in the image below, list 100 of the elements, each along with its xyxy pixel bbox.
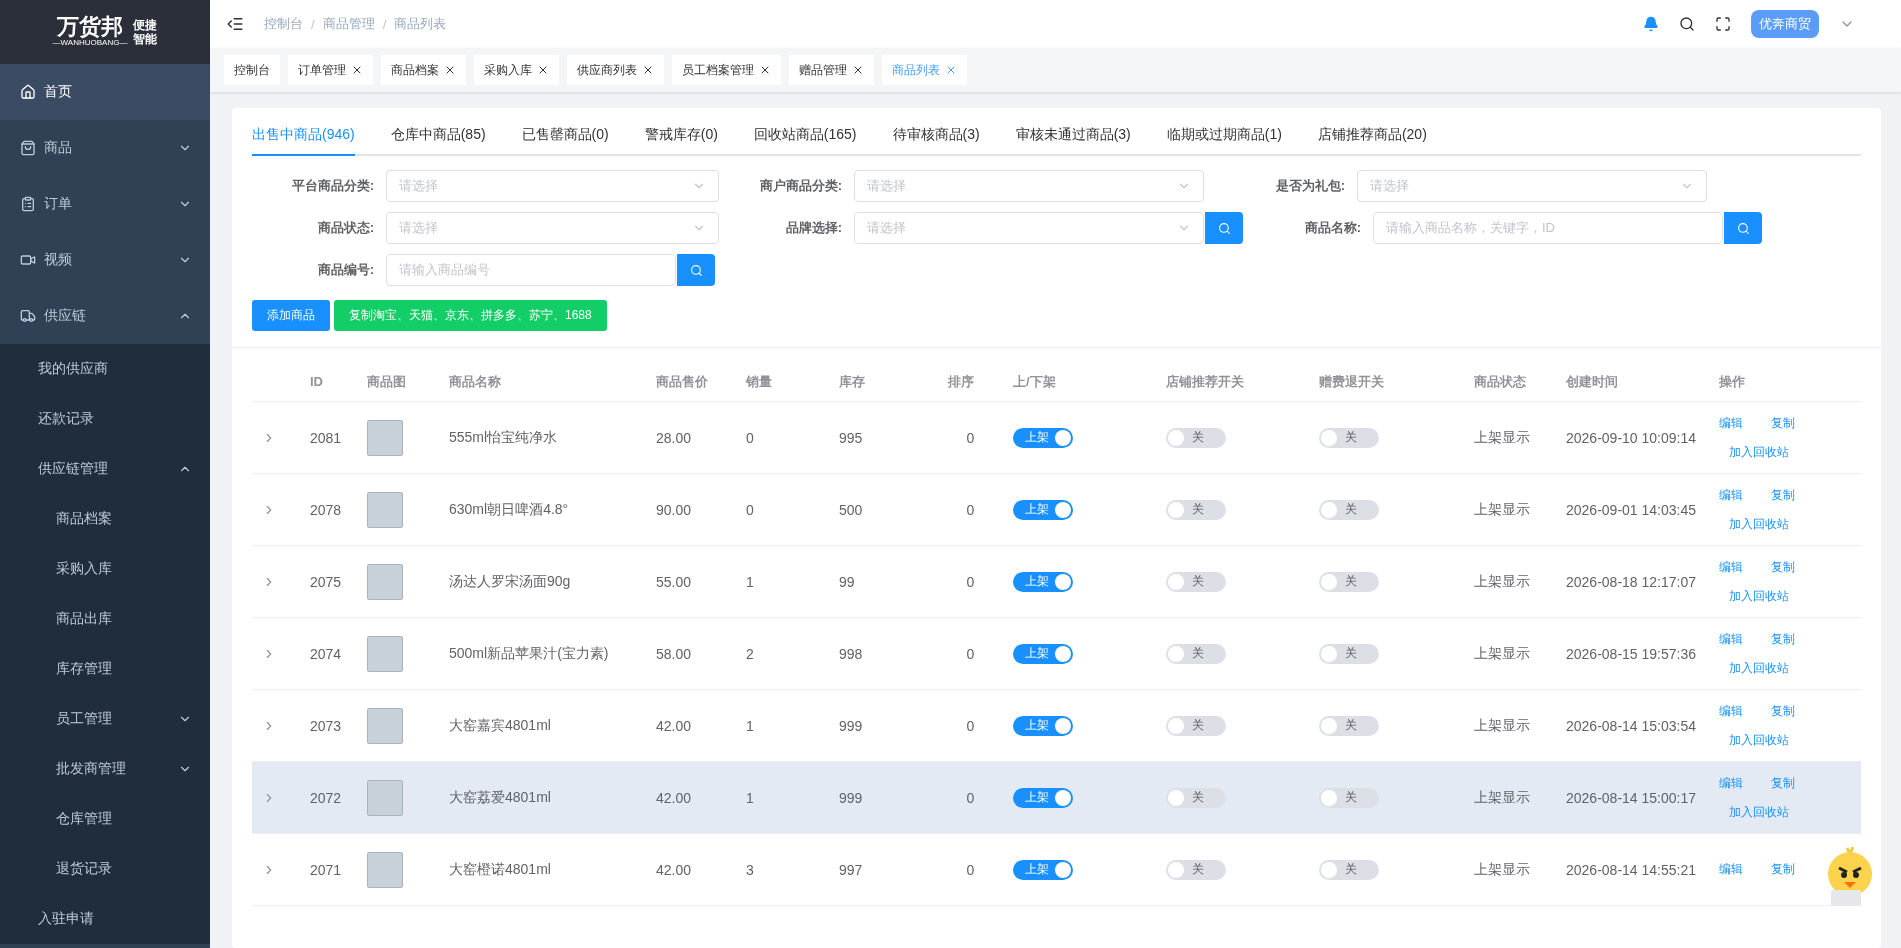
page-tab[interactable]: 采购入库 [474,55,559,85]
toggle-switch[interactable]: 关 [1319,499,1379,520]
product-tab[interactable]: 出售中商品(946) [252,126,355,156]
action-link[interactable]: 加入回收站 [1729,659,1789,677]
page-tab[interactable]: 供应商列表 [567,55,664,85]
toggle-switch[interactable]: 上架 [1013,499,1073,520]
toggle-switch[interactable]: 关 [1319,859,1379,880]
action-link[interactable]: 复制 [1771,774,1795,792]
close-icon[interactable] [642,64,654,76]
toggle-switch[interactable]: 关 [1319,571,1379,592]
action-link[interactable]: 编辑 [1719,702,1743,720]
product-tab[interactable]: 店铺推荐商品(20) [1317,126,1427,156]
action-link[interactable]: 编辑 [1719,414,1743,432]
close-icon[interactable] [759,64,771,76]
product-tab[interactable]: 仓库中商品(85) [390,126,486,156]
toggle-switch[interactable]: 关 [1319,787,1379,808]
sidebar-item[interactable]: 仓库管理 [0,794,210,844]
page-tab[interactable]: 员工档案管理 [672,55,781,85]
action-link[interactable]: 复制 [1771,558,1795,576]
sidebar-item[interactable]: 我的供应商 [0,344,210,394]
breadcrumb-item[interactable]: 商品列表 [394,15,447,33]
search-button[interactable] [1724,212,1762,244]
toggle-switch[interactable]: 关 [1166,499,1226,520]
toggle-switch[interactable]: 关 [1166,427,1226,448]
action-link[interactable]: 编辑 [1719,774,1743,792]
fullscreen-icon[interactable] [1715,16,1731,32]
action-link[interactable]: 复制 [1771,702,1795,720]
close-icon[interactable] [852,64,864,76]
page-tab[interactable]: 商品列表 [882,55,967,85]
user-name-badge[interactable]: 优奔商贸 [1751,10,1819,38]
sidebar-item[interactable]: 视频 [0,232,210,288]
product-tab[interactable]: 审核未通过商品(3) [1015,126,1131,156]
sidebar-item[interactable]: 首页 [0,64,210,120]
action-link[interactable]: 编辑 [1719,630,1743,648]
sidebar-item[interactable]: 退货记录 [0,844,210,894]
sidebar-item[interactable]: 供应链 [0,288,210,344]
sidebar-item[interactable]: 商品出库 [0,594,210,644]
sidebar-item[interactable]: 商品 [0,120,210,176]
table-cell-text: 995 [838,429,864,446]
sidebar-item[interactable]: 订单 [0,176,210,232]
toggle-switch[interactable]: 关 [1166,859,1226,880]
toggle-switch[interactable]: 上架 [1013,859,1073,880]
action-link[interactable]: 复制 [1771,414,1795,432]
action-link[interactable]: 编辑 [1719,486,1743,504]
sidebar-item[interactable]: 供应链管理 [0,444,210,494]
action-link[interactable]: 加入回收站 [1729,587,1789,605]
menu-toggle-icon[interactable] [226,15,244,33]
column-header: 商品名称 [448,372,502,391]
toggle-switch[interactable]: 关 [1166,715,1226,736]
toggle-switch[interactable]: 关 [1166,643,1226,664]
toggle-switch[interactable]: 上架 [1013,787,1073,808]
action-link[interactable]: 加入回收站 [1729,515,1789,533]
product-tab[interactable]: 已售罄商品(0) [521,126,609,156]
table-cell-text: 998 [838,645,864,662]
action-button[interactable]: 添加商品 [252,300,330,331]
action-link[interactable]: 编辑 [1719,861,1743,878]
product-photo-placeholder [367,851,403,888]
toggle-switch[interactable]: 关 [1319,427,1379,448]
sidebar-item[interactable]: 商品档案 [0,494,210,544]
toggle-switch[interactable]: 上架 [1013,643,1073,664]
toggle-switch[interactable]: 关 [1166,787,1226,808]
toggle-switch[interactable]: 上架 [1013,715,1073,736]
sidebar-item[interactable]: 员工管理 [0,694,210,744]
toggle-switch[interactable]: 上架 [1013,427,1073,448]
product-tab[interactable]: 临期或过期商品(1) [1166,126,1282,156]
table-cell-text: 2026-08-15 19:57:36 [1565,645,1697,662]
toggle-switch[interactable]: 关 [1319,715,1379,736]
search-button[interactable] [1205,212,1243,244]
page-tab[interactable]: 赠品管理 [789,55,874,85]
toggle-switch[interactable]: 上架 [1013,571,1073,592]
close-icon[interactable] [351,64,363,76]
toggle-switch[interactable]: 关 [1319,643,1379,664]
sidebar-item[interactable]: 批发商管理 [0,744,210,794]
action-link[interactable]: 编辑 [1719,558,1743,576]
action-link[interactable]: 加入回收站 [1729,803,1789,821]
sidebar-item[interactable]: 入驻申请 [0,894,210,944]
action-link[interactable]: 复制 [1771,861,1795,878]
table-cell-text: 1 [745,573,755,590]
page-tab[interactable]: 商品档案 [381,55,466,85]
action-link[interactable]: 加入回收站 [1729,731,1789,749]
product-tab[interactable]: 回收站商品(165) [753,126,857,156]
product-tab[interactable]: 警戒库存(0) [644,126,718,156]
sidebar-item[interactable]: 还款记录 [0,394,210,444]
sidebar-item[interactable]: 库存管理 [0,644,210,694]
close-icon[interactable] [537,64,549,76]
toggle-switch[interactable]: 关 [1166,571,1226,592]
column-header: 销量 [744,372,773,391]
sidebar-item[interactable]: 采购入库 [0,544,210,594]
search-icon[interactable] [1679,16,1695,32]
search-button[interactable] [677,254,715,286]
product-tab[interactable]: 待审核商品(3) [892,126,980,156]
page-tab[interactable]: 控制台 [224,55,280,85]
page-tab[interactable]: 订单管理 [288,55,373,85]
action-link[interactable]: 加入回收站 [1729,443,1789,461]
bell-icon[interactable] [1643,16,1659,32]
action-link[interactable]: 复制 [1771,486,1795,504]
action-link[interactable]: 复制 [1771,630,1795,648]
close-icon[interactable] [444,64,456,76]
breadcrumb-item[interactable]: 商品管理 [322,15,375,33]
breadcrumb-item[interactable]: 控制台 [264,15,303,33]
